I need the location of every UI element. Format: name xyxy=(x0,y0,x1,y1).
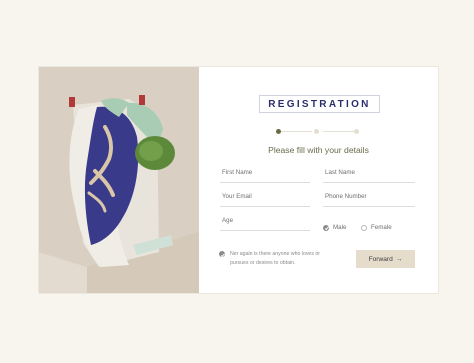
first-name-label: First Name xyxy=(222,169,253,176)
step-dot-1[interactable] xyxy=(276,129,281,134)
age-field[interactable]: Age xyxy=(220,214,310,231)
shoe-illustration xyxy=(39,67,199,293)
gender-female-radio[interactable]: Female xyxy=(361,224,392,231)
step-indicator xyxy=(275,128,361,136)
step-dot-2[interactable] xyxy=(314,129,319,134)
age-label: Age xyxy=(222,217,234,224)
gender-female-label: Female xyxy=(371,224,392,231)
step-connector xyxy=(323,131,354,132)
radio-unselected-icon xyxy=(361,224,367,231)
email-field[interactable]: Your Email xyxy=(220,190,310,207)
form-subtitle: Please fill with your details xyxy=(268,145,369,155)
gender-male-radio[interactable]: Male xyxy=(323,224,346,231)
forward-button[interactable]: Forward → xyxy=(356,250,415,268)
email-label: Your Email xyxy=(222,193,252,200)
last-name-label: Last Name xyxy=(325,169,355,176)
first-name-field[interactable]: First Name xyxy=(220,166,310,183)
phone-label: Phone Number xyxy=(325,193,367,200)
step-dot-3[interactable] xyxy=(354,129,359,134)
page-title: REGISTRATION xyxy=(259,95,380,113)
gender-male-label: Male xyxy=(333,224,347,231)
forward-button-label: Forward xyxy=(368,255,393,263)
phone-field[interactable]: Phone Number xyxy=(323,190,415,207)
arrow-right-icon: → xyxy=(395,255,403,263)
last-name-field[interactable]: Last Name xyxy=(323,166,415,183)
step-connector xyxy=(281,131,312,132)
checkbox-checked-icon xyxy=(219,251,225,257)
registration-form: REGISTRATION Please fill with your detai… xyxy=(199,67,438,293)
agreement-checkbox[interactable]: Ner again is there anyone who loves or p… xyxy=(219,250,339,267)
radio-selected-icon xyxy=(323,224,329,231)
registration-card: REGISTRATION Please fill with your detai… xyxy=(39,67,438,293)
agreement-text: Ner again is there anyone who loves or p… xyxy=(230,251,320,266)
shoe-photo xyxy=(39,67,199,293)
